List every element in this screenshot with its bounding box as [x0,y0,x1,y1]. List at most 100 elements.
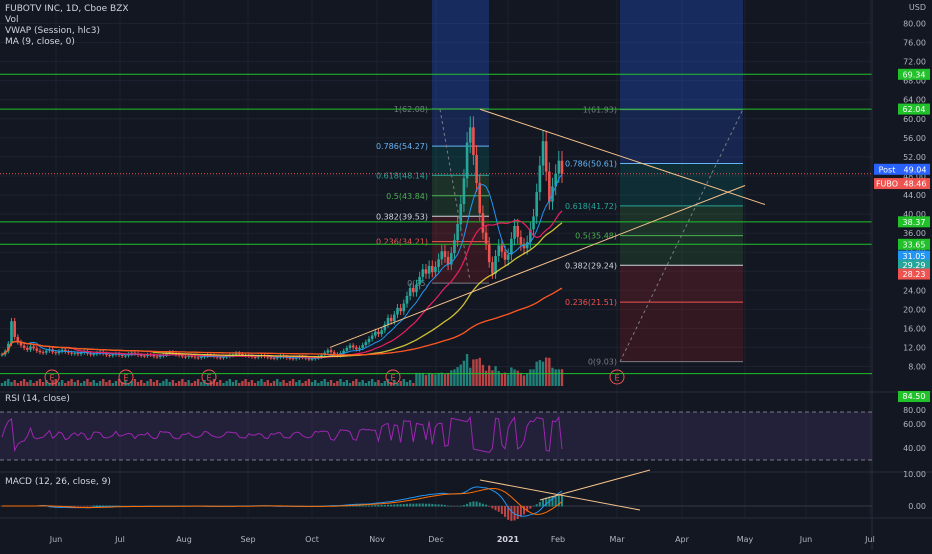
candle-body[interactable] [491,262,494,274]
candle-body[interactable] [418,276,421,285]
candle-body[interactable] [487,243,491,263]
candle-body[interactable] [443,251,447,257]
candle-body[interactable] [453,240,456,254]
candle-body[interactable] [124,355,127,357]
candle-body[interactable] [158,355,162,357]
candle-body[interactable] [478,183,482,214]
candle-body[interactable] [54,352,58,354]
candle-body[interactable] [475,154,478,184]
candle-body[interactable] [484,232,488,244]
candle-body[interactable] [513,225,516,239]
candle-body[interactable] [89,353,92,355]
candle-body[interactable] [291,358,295,360]
candle-body[interactable] [374,331,377,336]
symbol-title[interactable]: FUBOTV INC, 1D, Cboe BZX [5,4,129,15]
candle-body[interactable] [10,321,13,344]
candle-body[interactable] [288,357,292,359]
candle-body[interactable] [424,269,428,274]
candle-body[interactable] [92,354,96,356]
candle-body[interactable] [532,216,535,230]
candle-body[interactable] [326,350,330,353]
candle-body[interactable] [506,254,510,260]
candle-body[interactable] [434,266,437,273]
candle-body[interactable] [421,269,425,277]
candle-body[interactable] [386,317,390,325]
candle-body[interactable] [481,213,485,233]
candle-body[interactable] [22,345,26,348]
vwap-indicator-label[interactable]: VWAP (Session, hlc3) [5,26,129,37]
candle-body[interactable] [510,238,513,255]
candle-body[interactable] [253,356,257,358]
candle-body[interactable] [200,356,203,358]
candle-body[interactable] [348,345,352,348]
candle-body[interactable] [503,251,507,260]
candle-body[interactable] [361,345,364,348]
candle-body[interactable] [35,348,39,351]
candle-body[interactable] [408,287,412,296]
rsi-pane-title[interactable]: RSI (14, close) [5,394,70,404]
volume-indicator-label[interactable]: Vol [5,15,129,26]
candle-body[interactable] [427,265,431,274]
candle-body[interactable] [560,160,564,174]
candle-body[interactable] [402,303,406,312]
candle-body[interactable] [13,321,16,337]
candle-body[interactable] [108,355,111,357]
candle-body[interactable] [355,347,358,350]
candle-body[interactable] [351,345,355,348]
candle-body[interactable] [310,358,314,360]
candle-body[interactable] [26,347,29,350]
candle-body[interactable] [73,353,77,355]
candle-body[interactable] [494,255,497,274]
candle-body[interactable] [459,204,463,225]
candle-body[interactable] [181,355,184,357]
candle-body[interactable] [538,165,542,193]
candle-body[interactable] [272,357,276,359]
candle-body[interactable] [269,357,273,359]
candle-body[interactable] [329,350,333,353]
candle-body[interactable] [332,352,336,355]
candle-body[interactable] [472,127,475,155]
candle-body[interactable] [370,335,374,339]
chart-workspace[interactable]: 1(62.08) 0.786(54.27) 0.618(48.14) 0.5(43.8… [0,0,932,550]
candle-body[interactable] [462,178,466,205]
candle-body[interactable] [399,307,402,312]
candle-body[interactable] [187,355,190,357]
candle-body[interactable] [29,346,32,350]
candle-body[interactable] [143,355,146,357]
candle-body[interactable] [377,331,380,335]
candle-body[interactable] [500,245,504,252]
candle-body[interactable] [155,356,159,358]
candle-body[interactable] [519,236,523,245]
candle-body[interactable] [405,295,409,304]
candle-body[interactable] [535,192,538,217]
candle-body[interactable] [465,142,469,179]
candle-body[interactable] [358,347,361,350]
candle-body[interactable] [32,346,35,349]
candle-body[interactable] [389,317,393,322]
candle-body[interactable] [367,338,371,343]
candle-body[interactable] [345,347,349,351]
candle-body[interactable] [184,356,187,358]
candle-body[interactable] [396,307,399,315]
candle-body[interactable] [120,355,124,357]
candle-body[interactable] [111,354,115,356]
candle-body[interactable] [41,352,45,354]
candle-body[interactable] [516,225,520,237]
candle-body[interactable] [548,171,551,202]
candle-body[interactable] [411,287,415,293]
candle-body[interactable] [393,314,396,322]
candle-body[interactable] [196,357,200,359]
candle-body[interactable] [541,141,545,166]
candle-body[interactable] [76,353,80,355]
candle-body[interactable] [544,141,548,172]
candle-body[interactable] [468,127,472,143]
candle-body[interactable] [456,224,459,241]
candle-body[interactable] [70,352,73,354]
candle-body[interactable] [415,284,418,293]
candle-body[interactable] [44,350,48,353]
macd-pane-title[interactable]: MACD (12, 26, close, 9) [5,477,111,487]
candle-body[interactable] [364,342,368,346]
candle-body[interactable] [38,350,42,353]
candle-body[interactable] [380,330,383,335]
candle-body[interactable] [190,355,194,357]
